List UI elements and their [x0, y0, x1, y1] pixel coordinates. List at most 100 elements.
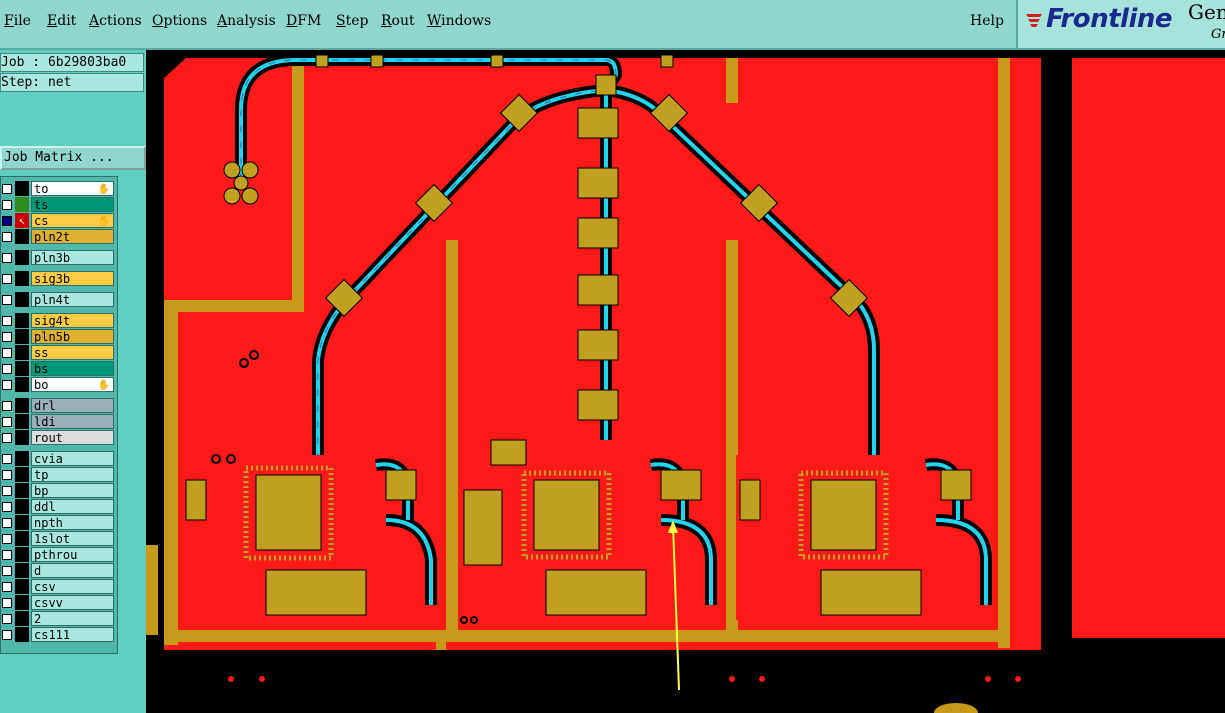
layer-name[interactable]: d — [31, 563, 114, 578]
layer-name[interactable]: 2 — [31, 611, 114, 626]
layer-row-ldi[interactable]: ldi — [1, 414, 115, 429]
layer-name[interactable]: bp — [31, 483, 114, 498]
layer-checkbox[interactable] — [2, 364, 12, 374]
layer-row-pln4t[interactable]: pln4t — [1, 292, 115, 307]
layer-name[interactable]: 1slot — [31, 531, 114, 546]
layer-color-swatch[interactable] — [15, 430, 29, 445]
menu-options[interactable]: Options — [152, 13, 207, 29]
layer-name[interactable]: npth — [31, 515, 114, 530]
layer-checkbox[interactable] — [2, 316, 12, 326]
layer-row-to[interactable]: to ✋ — [1, 181, 115, 196]
layer-color-swatch[interactable] — [15, 579, 29, 594]
layer-color-swatch[interactable] — [15, 377, 29, 392]
layer-row-csv[interactable]: csv — [1, 579, 115, 594]
layer-checkbox[interactable] — [2, 332, 12, 342]
layer-color-swatch[interactable] — [15, 329, 29, 344]
layer-name[interactable]: ts — [31, 197, 114, 212]
layer-color-swatch[interactable] — [15, 451, 29, 466]
layer-checkbox[interactable] — [2, 253, 12, 263]
graphics-canvas[interactable] — [146, 50, 1225, 713]
layer-name[interactable]: cs ✋ — [31, 213, 114, 228]
layer-row-cvia[interactable]: cvia — [1, 451, 115, 466]
layer-color-swatch[interactable] — [15, 611, 29, 626]
layer-color-swatch[interactable] — [15, 345, 29, 360]
layer-name[interactable]: bs — [31, 361, 114, 376]
menu-windows[interactable]: Windows — [427, 13, 491, 29]
layer-name[interactable]: pln5b — [31, 329, 114, 344]
layer-checkbox[interactable] — [2, 184, 12, 194]
menu-dfm[interactable]: DFM — [286, 13, 321, 29]
layer-color-swatch[interactable] — [15, 563, 29, 578]
layer-checkbox[interactable] — [2, 295, 12, 305]
layer-row-bs[interactable]: bs — [1, 361, 115, 376]
layer-checkbox[interactable] — [2, 486, 12, 496]
layer-color-swatch[interactable] — [15, 398, 29, 413]
layer-checkbox[interactable] — [2, 417, 12, 427]
layer-row-ddl[interactable]: ddl — [1, 499, 115, 514]
menu-rout[interactable]: Rout — [381, 13, 415, 29]
menu-file[interactable]: File — [4, 13, 31, 29]
layer-checkbox[interactable] — [2, 470, 12, 480]
layer-color-swatch[interactable] — [15, 515, 29, 530]
layer-checkbox[interactable] — [2, 582, 12, 592]
layer-color-swatch[interactable] — [15, 271, 29, 286]
layer-color-swatch[interactable] — [15, 292, 29, 307]
layer-name[interactable]: bo ✋ — [31, 377, 114, 392]
layer-name[interactable]: ddl — [31, 499, 114, 514]
layer-checkbox[interactable] — [2, 502, 12, 512]
layer-checkbox[interactable] — [2, 433, 12, 443]
layer-row-pln5b[interactable]: pln5b — [1, 329, 115, 344]
layer-row-csvv[interactable]: csvv — [1, 595, 115, 610]
menu-actions[interactable]: Actions — [89, 13, 142, 29]
layer-checkbox[interactable] — [2, 550, 12, 560]
layer-row-1slot[interactable]: 1slot — [1, 531, 115, 546]
menu-step[interactable]: Step — [336, 13, 368, 29]
layer-checkbox[interactable] — [2, 518, 12, 528]
layer-name[interactable]: pthrou — [31, 547, 114, 562]
layer-name[interactable]: ss — [31, 345, 114, 360]
layer-row-ts[interactable]: ts — [1, 197, 115, 212]
layer-name[interactable]: pln4t — [31, 292, 114, 307]
layer-row-npth[interactable]: npth — [1, 515, 115, 530]
menu-edit[interactable]: Edit — [47, 13, 76, 29]
layer-row-pln2t[interactable]: pln2t — [1, 229, 115, 244]
layer-row-rout[interactable]: rout — [1, 430, 115, 445]
layer-checkbox[interactable] — [2, 401, 12, 411]
layer-row-ss[interactable]: ss — [1, 345, 115, 360]
layer-color-swatch[interactable] — [15, 250, 29, 265]
layer-color-swatch[interactable] — [15, 499, 29, 514]
layer-color-swatch[interactable] — [15, 627, 29, 642]
layer-row-bo[interactable]: bo ✋ — [1, 377, 115, 392]
layer-checkbox[interactable] — [2, 598, 12, 608]
layer-row-cs[interactable]: ↖ cs ✋ — [1, 213, 115, 228]
layer-color-swatch[interactable] — [15, 229, 29, 244]
layer-name[interactable]: tp — [31, 467, 114, 482]
layer-color-swatch[interactable] — [15, 197, 29, 212]
layer-name[interactable]: csv — [31, 579, 114, 594]
layer-checkbox[interactable] — [2, 348, 12, 358]
layer-name[interactable]: ldi — [31, 414, 114, 429]
layer-name[interactable]: to ✋ — [31, 181, 114, 196]
layer-color-swatch[interactable] — [15, 414, 29, 429]
layer-row-sig4t[interactable]: sig4t — [1, 313, 115, 328]
layer-color-swatch[interactable] — [15, 181, 29, 196]
layer-color-swatch[interactable] — [15, 467, 29, 482]
layer-name[interactable]: drl — [31, 398, 114, 413]
layer-name[interactable]: sig3b — [31, 271, 114, 286]
layer-name[interactable]: pln3b — [31, 250, 114, 265]
layer-row-pln3b[interactable]: pln3b — [1, 250, 115, 265]
layer-checkbox[interactable] — [2, 232, 12, 242]
menu-help[interactable]: Help — [970, 13, 1004, 29]
layer-name[interactable]: cvia — [31, 451, 114, 466]
layer-name[interactable]: pln2t — [31, 229, 114, 244]
layer-color-swatch[interactable] — [15, 531, 29, 546]
menu-analysis[interactable]: Analysis — [217, 13, 276, 29]
layer-name[interactable]: csvv — [31, 595, 114, 610]
job-matrix-button[interactable]: Job Matrix ... — [0, 146, 146, 170]
layer-color-swatch[interactable]: ↖ — [15, 213, 29, 228]
layer-checkbox[interactable] — [2, 566, 12, 576]
layer-checkbox[interactable] — [2, 216, 12, 226]
layer-row-tp[interactable]: tp — [1, 467, 115, 482]
layer-checkbox[interactable] — [2, 614, 12, 624]
layer-name[interactable]: cs111 — [31, 627, 114, 642]
